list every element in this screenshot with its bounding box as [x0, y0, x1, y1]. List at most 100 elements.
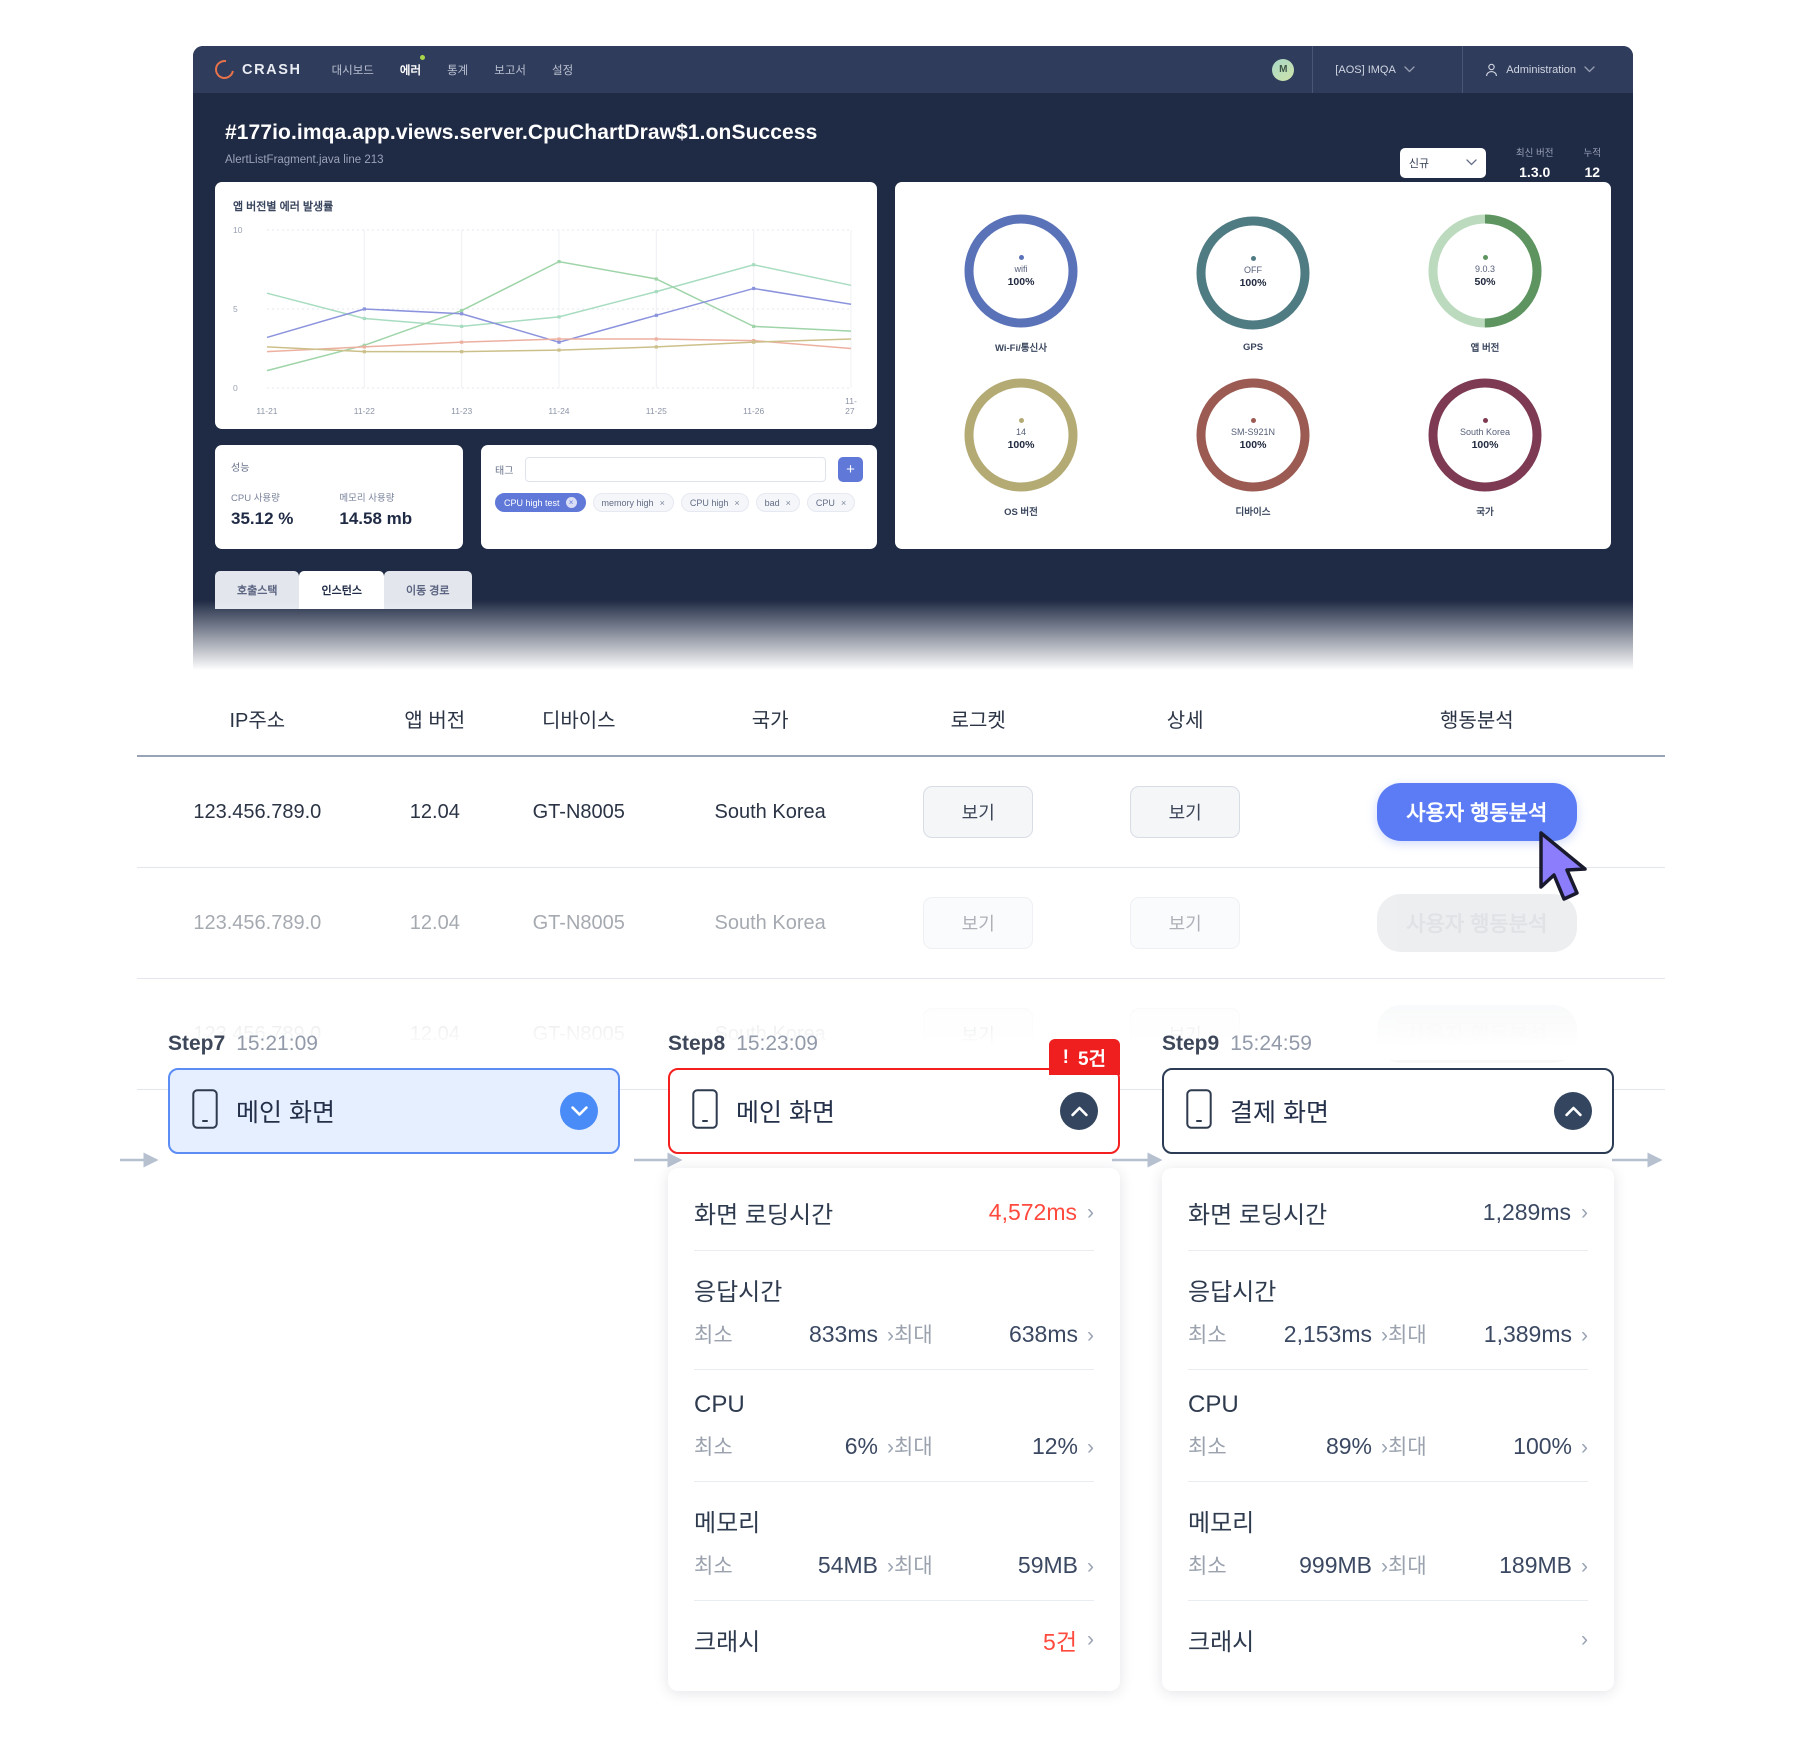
- screenshot-root: CRASH 대시보드 에러 통계 보고서 설정 M [AOS] IMQA Adm…: [0, 0, 1800, 1742]
- nav-item-dashboard[interactable]: 대시보드: [332, 62, 374, 78]
- tag-chip[interactable]: bad ×: [755, 493, 800, 512]
- step-card-8[interactable]: ! 5건 메인 화면: [668, 1039, 1120, 1154]
- brand-logo[interactable]: CRASH: [211, 56, 302, 83]
- detail-min[interactable]: 최소 6% ›: [694, 1431, 894, 1461]
- step-card-7[interactable]: 메인 화면: [168, 1068, 620, 1154]
- collapse-toggle-button[interactable]: [1554, 1092, 1592, 1130]
- donut-label: 국가: [1476, 506, 1494, 518]
- donut-dot-icon: [1482, 418, 1488, 424]
- add-tag-button[interactable]: +: [838, 457, 863, 482]
- status-select[interactable]: 신규: [1399, 147, 1486, 178]
- user-icon: [1486, 63, 1498, 76]
- account-selector[interactable]: Administration: [1462, 46, 1611, 93]
- performance-title: 성능: [231, 463, 250, 474]
- cell-device: GT-N8005: [532, 911, 625, 934]
- flow-step-7: Step7 15:21:09 메인 화면: [168, 1032, 620, 1154]
- chevron-right-icon: ›: [1087, 1324, 1094, 1347]
- detail-memory[interactable]: 메모리 최소 999MB › 최대 189MB ›: [1188, 1482, 1588, 1601]
- max-value: 100%: [1513, 1433, 1572, 1459]
- instance-table: IP주소 앱 버전 디바이스 국가 로그켓 상세 행동분석 123.456.78…: [137, 692, 1665, 1090]
- table-row[interactable]: 123.456.789.0 12.04 GT-N8005 South Korea…: [137, 756, 1665, 868]
- tag-chip[interactable]: CPU high ×: [680, 493, 749, 512]
- detail-max[interactable]: 최대 59MB ›: [894, 1550, 1094, 1580]
- detail-number: 5건: [1043, 1628, 1077, 1655]
- flow-step-8: Step8 15:23:09 ! 5건 메인 화면 화면 로딩시간 4,572m…: [668, 1032, 1120, 1691]
- detail-min[interactable]: 최소 999MB ›: [1188, 1550, 1388, 1580]
- detail-min[interactable]: 최소 54MB ›: [694, 1550, 894, 1580]
- remove-tag-icon[interactable]: ×: [786, 498, 791, 508]
- max-label: 최대: [894, 1324, 933, 1347]
- error-rate-chart-card: 앱 버전별 에러 발생률 0 5 10 11-21 11-22 11-23 11-24 11-…: [215, 182, 877, 429]
- donut-0: wifi 100% Wi-Fi/통신사: [905, 202, 1137, 366]
- status-select-value: 신규: [1408, 157, 1430, 170]
- detail-crash[interactable]: 크래시 5건 ›: [694, 1601, 1094, 1677]
- detail-memory[interactable]: 메모리 최소 54MB › 최대 59MB ›: [694, 1482, 1094, 1601]
- tab-path[interactable]: 이동 경로: [383, 571, 472, 609]
- chevron-right-icon: ›: [1581, 1555, 1588, 1578]
- donut-label: 앱 버전: [1470, 343, 1500, 355]
- step-card-9[interactable]: 결제 화면: [1162, 1068, 1614, 1154]
- badge-count: 5건: [1077, 1049, 1106, 1070]
- error-source-line: AlertListFragment.java line 213: [225, 154, 384, 166]
- detail-max[interactable]: 최대 100% ›: [1388, 1431, 1588, 1461]
- detail-view-button[interactable]: 보기: [1130, 786, 1241, 838]
- cell-country: South Korea: [714, 800, 826, 823]
- chevron-right-icon: ›: [1381, 1324, 1388, 1347]
- avatar[interactable]: M: [1272, 58, 1295, 81]
- detail-min[interactable]: 최소 833ms ›: [694, 1319, 894, 1349]
- chevron-right-icon: ›: [887, 1555, 894, 1578]
- detail-max[interactable]: 최대 12% ›: [894, 1431, 1094, 1461]
- nav-item-reports[interactable]: 보고서: [494, 62, 526, 78]
- min-value: 999MB: [1299, 1552, 1372, 1578]
- chevron-up-icon: [1070, 1106, 1088, 1116]
- tag-chip[interactable]: CPU high test ×: [495, 493, 586, 512]
- nav-item-stats[interactable]: 통계: [447, 62, 468, 78]
- detail-min[interactable]: 최소 89% ›: [1188, 1431, 1388, 1461]
- min-value: 6%: [844, 1433, 878, 1459]
- remove-tag-icon[interactable]: ×: [734, 498, 739, 508]
- min-value: 54MB: [817, 1552, 878, 1578]
- nav-item-settings[interactable]: 설정: [552, 62, 573, 78]
- tag-input[interactable]: [525, 457, 826, 482]
- detail-max[interactable]: 최대 189MB ›: [1388, 1550, 1588, 1580]
- table-row[interactable]: 123.456.789.0 12.04 GT-N8005 South Korea…: [137, 868, 1665, 979]
- nav-label: 에러: [399, 64, 422, 77]
- detail-response-time[interactable]: 응답시간 최소 2,153ms › 최대 1,389ms ›: [1188, 1251, 1588, 1370]
- donut-3: 14 100% OS 버전: [905, 366, 1137, 530]
- step-number: Step7: [168, 1032, 226, 1055]
- nav-item-errors[interactable]: 에러: [399, 54, 426, 78]
- donut-label: 디바이스: [1235, 506, 1271, 518]
- tag-chip[interactable]: CPU ×: [806, 493, 856, 512]
- detail-cpu[interactable]: CPU 최소 89% › 최대 100% ›: [1188, 1370, 1588, 1482]
- remove-tag-icon[interactable]: ×: [565, 497, 577, 508]
- donut-4: SM-S921N 100% 디바이스: [1137, 366, 1369, 530]
- tag-chip-label: CPU: [815, 497, 835, 508]
- detail-max[interactable]: 최대 638ms ›: [894, 1319, 1094, 1349]
- cell-behavior: 사용자 행동분석: [1289, 868, 1665, 979]
- remove-tag-icon[interactable]: ×: [660, 498, 665, 508]
- expand-toggle-button[interactable]: [560, 1092, 598, 1130]
- brand-name: CRASH: [242, 61, 302, 78]
- detail-loading-time[interactable]: 화면 로딩시간 1,289ms ›: [1188, 1174, 1588, 1251]
- chevron-down-icon: [1404, 66, 1415, 73]
- tab-instance[interactable]: 인스턴스: [299, 571, 384, 609]
- logrocket-view-button[interactable]: 보기: [923, 786, 1034, 838]
- remove-tag-icon[interactable]: ×: [841, 498, 846, 508]
- project-selector[interactable]: [AOS] IMQA: [1312, 46, 1462, 93]
- detail-crash[interactable]: 크래시 ›: [1188, 1601, 1588, 1677]
- detail-cpu[interactable]: CPU 최소 6% › 최대 12% ›: [694, 1370, 1094, 1482]
- step-time: 15:24:59: [1230, 1032, 1312, 1055]
- x-tick-label: 11-24: [548, 406, 570, 416]
- detail-min[interactable]: 최소 2,153ms ›: [1188, 1319, 1388, 1349]
- tag-chip[interactable]: memory high ×: [592, 493, 674, 512]
- tab-callstack[interactable]: 호출스택: [215, 571, 300, 609]
- logrocket-view-button[interactable]: 보기: [923, 897, 1034, 949]
- performance-metrics: CPU 사용량 35.12 % 메모리 사용량 14.58 mb: [231, 490, 447, 529]
- detail-response-time[interactable]: 응답시간 최소 833ms › 최대 638ms ›: [694, 1251, 1094, 1370]
- detail-label: 응답시간: [1188, 1279, 1277, 1306]
- detail-max[interactable]: 최대 1,389ms ›: [1388, 1319, 1588, 1349]
- min-label: 최소: [1188, 1324, 1227, 1347]
- detail-loading-time[interactable]: 화면 로딩시간 4,572ms ›: [694, 1174, 1094, 1251]
- collapse-toggle-button[interactable]: [1060, 1092, 1098, 1130]
- detail-view-button[interactable]: 보기: [1130, 897, 1241, 949]
